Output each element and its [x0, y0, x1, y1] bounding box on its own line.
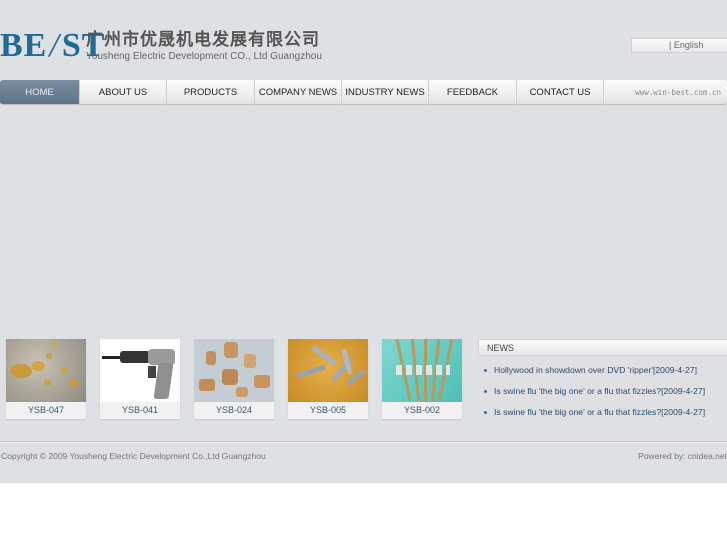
- product-code[interactable]: YSB-002: [382, 402, 462, 419]
- news-list: Hollywood in showdown over DVD 'ripper'[…: [478, 364, 727, 427]
- product-image-rivet-nuts[interactable]: [194, 339, 274, 402]
- product-image-anchor-bolts[interactable]: [288, 339, 368, 402]
- language-switcher: | English: [631, 38, 727, 53]
- product-image-rivet-gun[interactable]: [100, 339, 180, 402]
- news-headline[interactable]: Is swine flu 'the big one' or a flu that…: [494, 407, 661, 417]
- nav-home[interactable]: HOME: [0, 80, 80, 105]
- news-panel: NEWS Hollywood in showdown over DVD 'rip…: [478, 339, 727, 427]
- product-card[interactable]: YSB-002: [382, 339, 462, 419]
- company-name: 广州市优晟机电发展有限公司 Yousheng Electric Developm…: [86, 31, 322, 63]
- footer-divider: [0, 441, 727, 443]
- product-code[interactable]: YSB-041: [100, 402, 180, 419]
- nav-industry-news[interactable]: INDUSTRY NEWS: [342, 80, 429, 105]
- logo-mark-part: BE: [0, 27, 48, 64]
- site-url: www.win-best.com.cn: [604, 80, 727, 105]
- bullet-icon: [484, 411, 487, 414]
- product-card[interactable]: YSB-047: [6, 339, 86, 419]
- news-date: [2009-4-27]: [661, 386, 706, 396]
- product-code[interactable]: YSB-047: [6, 402, 86, 419]
- powered-by-link[interactable]: Powered by: cnidea.net: [638, 451, 727, 461]
- page: BE/ST 广州市优晟机电发展有限公司 Yousheng Electric De…: [0, 0, 727, 483]
- nav-company-news[interactable]: COMPANY NEWS: [255, 80, 342, 105]
- main-nav: HOME ABOUT US PRODUCTS COMPANY NEWS INDU…: [0, 80, 727, 105]
- product-image-blind-rivets[interactable]: [382, 339, 462, 402]
- copyright: Copyright © 2009 Yousheng Electric Devel…: [1, 451, 266, 461]
- news-item[interactable]: Hollywood in showdown over DVD 'ripper'[…: [478, 364, 727, 385]
- bullet-icon: [484, 369, 487, 372]
- product-card[interactable]: YSB-041: [100, 339, 180, 419]
- company-name-en: Yousheng Electric Development CO., Ltd G…: [86, 51, 322, 62]
- product-card[interactable]: YSB-005: [288, 339, 368, 419]
- news-headline[interactable]: Hollywood in showdown over DVD 'ripper': [494, 365, 653, 375]
- product-code[interactable]: YSB-005: [288, 402, 368, 419]
- news-date: [2009-4-27]: [653, 365, 697, 375]
- news-headline[interactable]: Is swine flu 'the big one' or a flu that…: [494, 386, 661, 396]
- nav-about-us[interactable]: ABOUT US: [80, 80, 167, 105]
- bullet-icon: [484, 390, 487, 393]
- logo-mark-slash: /: [49, 27, 60, 64]
- english-link[interactable]: | English: [669, 40, 703, 50]
- product-card[interactable]: YSB-024: [194, 339, 274, 419]
- nav-feedback[interactable]: FEEDBACK: [429, 80, 517, 105]
- nav-products[interactable]: PRODUCTS: [167, 80, 255, 105]
- news-item[interactable]: Is swine flu 'the big one' or a flu that…: [478, 385, 727, 406]
- company-name-cn: 广州市优晟机电发展有限公司: [86, 30, 320, 50]
- news-title: NEWS: [478, 339, 727, 356]
- news-date: [2009-4-27]: [661, 407, 706, 417]
- nav-contact-us[interactable]: CONTACT US: [517, 80, 604, 105]
- product-code[interactable]: YSB-024: [194, 402, 274, 419]
- product-image-brass-inserts[interactable]: [6, 339, 86, 402]
- news-item[interactable]: Is swine flu 'the big one' or a flu that…: [478, 406, 727, 427]
